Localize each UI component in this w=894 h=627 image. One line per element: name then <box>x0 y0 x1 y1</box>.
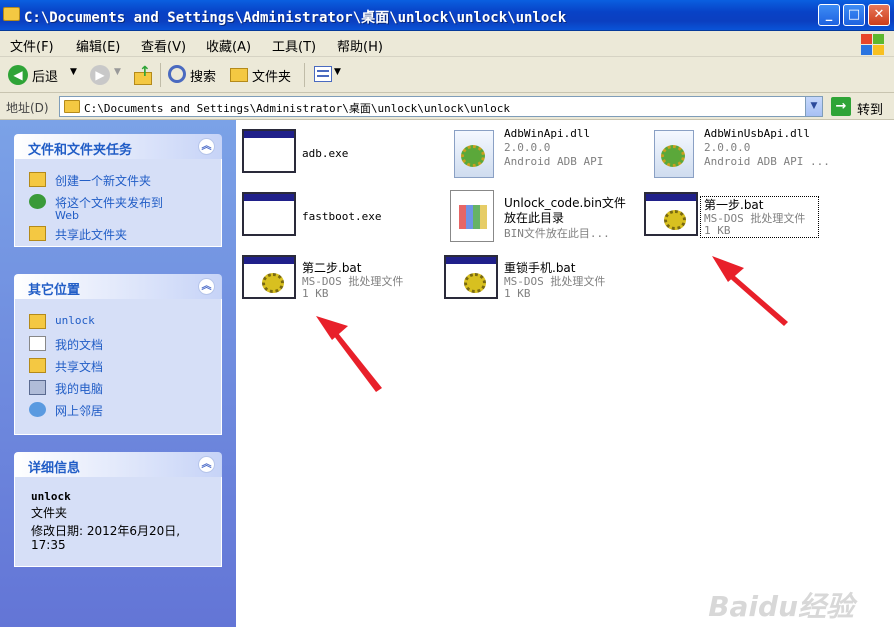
new-folder-icon <box>29 172 46 187</box>
views-dropdown-icon[interactable]: ▼ <box>334 67 341 77</box>
place-unlock-link[interactable]: unlock <box>55 314 95 327</box>
details-header[interactable]: 详细信息 ︽ <box>14 452 222 477</box>
go-arrow-icon[interactable]: → <box>831 97 851 116</box>
folder-icon <box>3 7 20 21</box>
share-folder-link[interactable]: 共享此文件夹 <box>55 226 127 243</box>
details-body: unlock 文件夹 修改日期: 2012年6月20日, 17:35 <box>14 477 222 567</box>
task-pane: 文件和文件夹任务 ︽ 创建一个新文件夹 将这个文件夹发布到 Web 共享此文件夹… <box>0 120 236 627</box>
folders-button[interactable]: 文件夹 <box>252 66 291 85</box>
search-button[interactable]: 搜索 <box>190 66 216 85</box>
title-bar[interactable]: C:\Documents and Settings\Administrator\… <box>0 0 894 31</box>
collapse-chevron-icon[interactable]: ︽ <box>198 138 215 155</box>
menu-favorites[interactable]: 收藏(A) <box>206 36 251 55</box>
file-list: adb.exe AdbWinApi.dll 2.0.0.0 Android AD… <box>236 120 894 627</box>
folder-icon <box>64 100 80 113</box>
menu-bar: 文件(F) 编辑(E) 查看(V) 收藏(A) 工具(T) 帮助(H) <box>0 31 894 57</box>
menu-tools[interactable]: 工具(T) <box>272 36 316 55</box>
details-modified: 修改日期: 2012年6月20日, <box>31 524 181 538</box>
menu-view[interactable]: 查看(V) <box>141 36 186 55</box>
views-icon[interactable] <box>314 66 332 82</box>
close-button[interactable]: ✕ <box>868 4 890 26</box>
my-computer-icon <box>29 380 46 395</box>
menu-help[interactable]: 帮助(H) <box>337 36 383 55</box>
folders-icon[interactable] <box>230 68 248 82</box>
file-tasks-header[interactable]: 文件和文件夹任务 ︽ <box>14 134 222 159</box>
collapse-chevron-icon[interactable]: ︽ <box>198 456 215 473</box>
publish-web-icon <box>29 194 46 209</box>
menu-edit[interactable]: 编辑(E) <box>76 36 120 55</box>
up-folder-icon[interactable]: ↑ <box>134 64 154 86</box>
red-arrow-left <box>316 316 382 392</box>
window-title: C:\Documents and Settings\Administrator\… <box>24 10 567 26</box>
other-places-header[interactable]: 其它位置 ︽ <box>14 274 222 299</box>
folder-icon <box>29 314 46 329</box>
place-my-computer-link[interactable]: 我的电脑 <box>55 380 103 397</box>
collapse-chevron-icon[interactable]: ︽ <box>198 278 215 295</box>
my-documents-icon <box>29 336 46 351</box>
explorer-window: C:\Documents and Settings\Administrator\… <box>0 0 894 627</box>
network-places-icon <box>29 402 46 417</box>
other-places-title: 其它位置 <box>28 283 81 298</box>
maximize-button[interactable]: □ <box>843 4 865 26</box>
address-path[interactable]: C:\Documents and Settings\Administrator\… <box>84 100 510 116</box>
forward-dropdown-icon[interactable]: ▼ <box>114 67 121 77</box>
details-time: 17:35 <box>31 538 66 552</box>
details-panel: 详细信息 ︽ unlock 文件夹 修改日期: 2012年6月20日, 17:3… <box>14 452 222 567</box>
other-places-panel: 其它位置 ︽ unlock 我的文档 共享文档 我的电脑 网上邻居 <box>14 274 222 435</box>
forward-arrow-icon[interactable]: ▶ <box>90 65 110 85</box>
details-type: 文件夹 <box>31 506 68 520</box>
go-button[interactable]: 转到 <box>857 99 883 118</box>
shared-documents-icon <box>29 358 46 373</box>
annotation-arrows <box>316 256 788 392</box>
toolbar: ◀ 后退 ▼ ▶ ▼ ↑ 搜索 文件夹 ▼ <box>0 57 894 93</box>
back-arrow-icon[interactable]: ◀ <box>8 65 28 85</box>
address-dropdown-icon[interactable]: ▼ <box>805 97 822 116</box>
file-tasks-panel: 文件和文件夹任务 ︽ 创建一个新文件夹 将这个文件夹发布到 Web 共享此文件夹 <box>14 134 222 247</box>
toolbar-separator <box>304 63 305 87</box>
file-tasks-body: 创建一个新文件夹 将这个文件夹发布到 Web 共享此文件夹 <box>14 159 222 247</box>
new-folder-link[interactable]: 创建一个新文件夹 <box>55 172 151 189</box>
menu-file[interactable]: 文件(F) <box>10 36 54 55</box>
toolbar-separator <box>160 63 161 87</box>
publish-web-link-cont[interactable]: Web <box>55 209 79 222</box>
details-name: unlock <box>31 490 71 503</box>
search-icon[interactable] <box>168 65 186 83</box>
other-places-body: unlock 我的文档 共享文档 我的电脑 网上邻居 <box>14 299 222 435</box>
red-arrow-right <box>712 256 788 326</box>
address-input[interactable]: C:\Documents and Settings\Administrator\… <box>59 96 823 117</box>
place-network-link[interactable]: 网上邻居 <box>55 402 103 419</box>
address-label: 地址(D) <box>6 101 49 115</box>
place-my-documents-link[interactable]: 我的文档 <box>55 336 103 353</box>
place-shared-documents-link[interactable]: 共享文档 <box>55 358 103 375</box>
file-tasks-title: 文件和文件夹任务 <box>28 143 133 158</box>
share-folder-icon <box>29 226 46 241</box>
address-bar: 地址(D) C:\Documents and Settings\Administ… <box>0 93 894 120</box>
back-dropdown-icon[interactable]: ▼ <box>70 67 77 77</box>
minimize-button[interactable]: _ <box>818 4 840 26</box>
back-button[interactable]: 后退 <box>32 66 58 85</box>
details-title: 详细信息 <box>28 461 81 476</box>
watermark-text: Baidu经验 <box>708 590 854 623</box>
windows-logo-icon <box>860 33 886 55</box>
